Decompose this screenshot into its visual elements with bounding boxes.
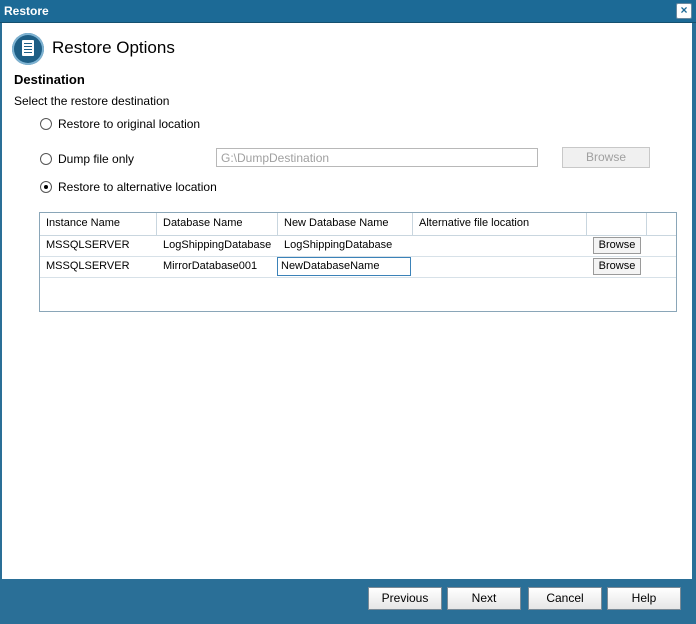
table-row[interactable]: MSSQLSERVER LogShippingDatabase LogShipp… — [40, 235, 676, 257]
cell-alt-location[interactable] — [413, 256, 587, 277]
column-new-database-name[interactable]: New Database Name — [278, 213, 413, 235]
document-list-icon — [12, 33, 44, 65]
radio-label: Restore to alternative location — [58, 180, 217, 194]
previous-button[interactable]: Previous — [368, 587, 442, 610]
dump-path-input[interactable]: G:\DumpDestination — [216, 148, 538, 167]
cell-alt-location[interactable] — [413, 235, 587, 256]
close-icon[interactable]: × — [676, 3, 692, 19]
cell-new-name[interactable]: LogShippingDatabase — [278, 235, 413, 256]
column-database-name[interactable]: Database Name — [157, 213, 278, 235]
next-button[interactable]: Next — [447, 587, 521, 610]
cell-database: MirrorDatabase001 — [163, 260, 258, 272]
radio-button[interactable] — [40, 118, 52, 130]
help-button[interactable]: Help — [607, 587, 681, 610]
database-table: Instance Name Database Name New Database… — [39, 212, 677, 312]
table-row[interactable]: MSSQLSERVER MirrorDatabase001 NewDatabas… — [40, 256, 676, 278]
radio-button[interactable] — [40, 153, 52, 165]
title-bar: Restore × — [0, 0, 696, 23]
dump-browse-button[interactable]: Browse — [562, 147, 650, 168]
destination-heading: Destination — [14, 72, 85, 87]
radio-label: Restore to original location — [58, 117, 201, 131]
dialog-content: Restore Options Destination Select the r… — [2, 23, 692, 579]
footer-bar: Previous Next Cancel Help — [0, 579, 696, 624]
destination-instruction: Select the restore destination — [14, 94, 170, 108]
window-title: Restore — [4, 4, 49, 18]
new-database-name-input[interactable]: NewDatabaseName — [277, 257, 411, 276]
page-title: Restore Options — [52, 38, 175, 57]
cell-database: LogShippingDatabase — [163, 239, 272, 251]
cancel-button[interactable]: Cancel — [528, 587, 602, 610]
table-header: Instance Name Database Name New Database… — [40, 213, 676, 236]
column-browse — [587, 213, 647, 235]
cell-instance: MSSQLSERVER — [46, 260, 130, 272]
column-alt-file-location[interactable]: Alternative file location — [413, 213, 587, 235]
column-instance-name[interactable]: Instance Name — [40, 213, 157, 235]
cell-instance: MSSQLSERVER — [46, 239, 130, 251]
row-browse-button[interactable]: Browse — [593, 237, 641, 254]
radio-label: Dump file only — [58, 152, 135, 166]
row-browse-button[interactable]: Browse — [593, 258, 641, 275]
radio-button[interactable] — [40, 181, 52, 193]
